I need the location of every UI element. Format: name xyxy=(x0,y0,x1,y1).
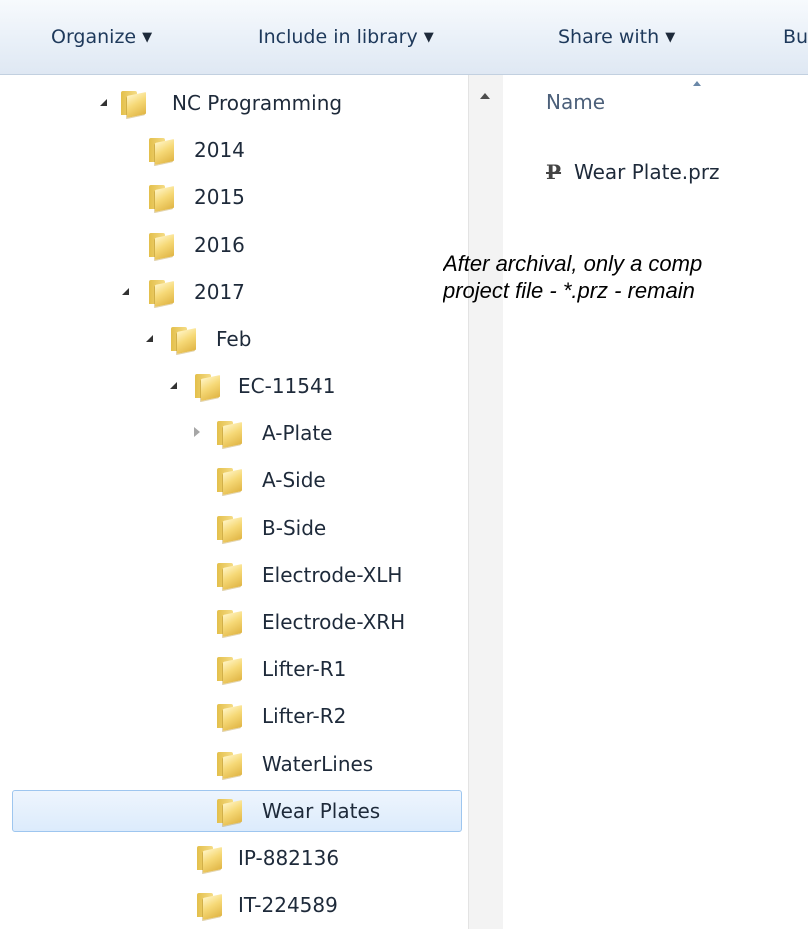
tree-item-label: IP-882136 xyxy=(238,846,340,870)
tree-item-label: EC-11541 xyxy=(238,374,336,398)
tree-item-2017[interactable]: 2017 xyxy=(122,272,422,312)
tree-item-a-plate[interactable]: A-Plate xyxy=(194,413,454,453)
tree-item-label: Feb xyxy=(216,327,252,351)
tree-item-label: B-Side xyxy=(262,516,327,540)
folder-icon xyxy=(146,233,176,261)
include-in-library-button[interactable]: Include in library ▼ xyxy=(258,22,434,52)
folder-icon xyxy=(168,327,198,355)
expanded-arrow-icon[interactable] xyxy=(170,382,177,389)
file-list-pane: Name P Wear Plate.prz xyxy=(503,75,808,929)
tree-item-label: WaterLines xyxy=(262,752,374,776)
tree-item-a-side[interactable]: A-Side xyxy=(214,460,454,500)
share-with-label: Share with xyxy=(558,26,660,48)
tree-item-nc-programming[interactable]: NC Programming xyxy=(100,83,440,123)
chevron-down-icon: ▼ xyxy=(142,30,153,45)
caption-text: After archival, only a comp project file… xyxy=(443,250,808,304)
tree-item-label: 2016 xyxy=(194,233,245,257)
folder-icon xyxy=(146,185,176,213)
command-bar: Organize ▼ Include in library ▼ Share with… xyxy=(0,0,808,75)
tree-item-ip-882136[interactable]: IP-882136 xyxy=(194,838,454,878)
tree-item-label: 2015 xyxy=(194,185,245,209)
expanded-arrow-icon[interactable] xyxy=(100,99,107,106)
tree-item-label: Electrode-XLH xyxy=(262,563,403,587)
chevron-down-icon: ▼ xyxy=(665,30,676,45)
tree-item-waterlines[interactable]: WaterLines xyxy=(214,744,454,784)
folder-icon xyxy=(214,421,244,449)
tree-item-wear-plates[interactable]: Wear Plates xyxy=(12,790,462,832)
tree-item-2015[interactable]: 2015 xyxy=(130,177,430,217)
tree-item-label: 2017 xyxy=(194,280,245,304)
include-in-library-label: Include in library xyxy=(258,26,418,48)
folder-icon xyxy=(192,374,222,402)
tree-item-lifter-r2[interactable]: Lifter-R2 xyxy=(214,696,454,736)
tree-item-label: Electrode-XRH xyxy=(262,610,406,634)
chevron-down-icon: ▼ xyxy=(423,30,434,45)
folder-icon xyxy=(146,280,176,308)
folder-icon xyxy=(118,91,148,119)
tree-item-lifter-r1[interactable]: Lifter-R1 xyxy=(214,649,454,689)
folder-icon xyxy=(214,752,244,780)
folder-icon xyxy=(214,704,244,732)
folder-icon xyxy=(214,468,244,496)
vertical-scrollbar[interactable] xyxy=(468,75,504,929)
tree-item-label: 2014 xyxy=(194,138,245,162)
tree-item-label: IT-224589 xyxy=(238,893,338,917)
expanded-arrow-icon[interactable] xyxy=(146,335,153,342)
tree-item-label: Wear Plates xyxy=(262,799,381,823)
folder-icon xyxy=(194,893,224,921)
tree-item-label: NC Programming xyxy=(172,91,343,115)
tree-item-ec-11541[interactable]: EC-11541 xyxy=(170,366,460,406)
scroll-up-arrow-icon[interactable] xyxy=(480,93,490,99)
organize-button[interactable]: Organize ▼ xyxy=(51,22,152,52)
tree-item-label: Lifter-R1 xyxy=(262,657,347,681)
tree-item-electrode-xlh[interactable]: Electrode-XLH xyxy=(214,555,454,595)
folder-icon xyxy=(214,610,244,638)
collapsed-arrow-icon[interactable] xyxy=(194,427,200,437)
sort-ascending-icon xyxy=(693,81,701,86)
navigation-pane: NC Programming 2014 2015 2016 2017 Feb E… xyxy=(0,75,468,929)
tree-item-b-side[interactable]: B-Side xyxy=(214,508,454,548)
organize-label: Organize xyxy=(51,26,137,48)
file-item[interactable]: P Wear Plate.prz xyxy=(546,157,720,187)
file-name: Wear Plate.prz xyxy=(574,160,720,184)
folder-icon xyxy=(214,799,244,827)
burn-label: Bu xyxy=(783,26,808,48)
tree-item-label: A-Plate xyxy=(262,421,333,445)
folder-icon xyxy=(194,846,224,874)
caption-line-1: After archival, only a comp xyxy=(443,251,703,276)
prz-file-icon: P xyxy=(546,160,562,184)
folder-icon xyxy=(214,516,244,544)
tree-item-feb[interactable]: Feb xyxy=(146,319,436,359)
caption-line-2: project file - *.prz - remain xyxy=(443,278,695,303)
folder-icon xyxy=(146,138,176,166)
expanded-arrow-icon[interactable] xyxy=(122,288,129,295)
burn-button[interactable]: Bu xyxy=(783,22,808,52)
share-with-button[interactable]: Share with ▼ xyxy=(558,22,675,52)
column-header-name[interactable]: Name xyxy=(546,90,605,114)
tree-item-electrode-xrh[interactable]: Electrode-XRH xyxy=(214,602,454,642)
tree-item-2016[interactable]: 2016 xyxy=(130,225,430,265)
tree-item-label: Lifter-R2 xyxy=(262,704,347,728)
tree-item-label: A-Side xyxy=(262,468,326,492)
folder-icon xyxy=(214,657,244,685)
tree-item-2014[interactable]: 2014 xyxy=(130,130,430,170)
folder-icon xyxy=(214,563,244,591)
tree-item-it-224589[interactable]: IT-224589 xyxy=(194,885,454,925)
